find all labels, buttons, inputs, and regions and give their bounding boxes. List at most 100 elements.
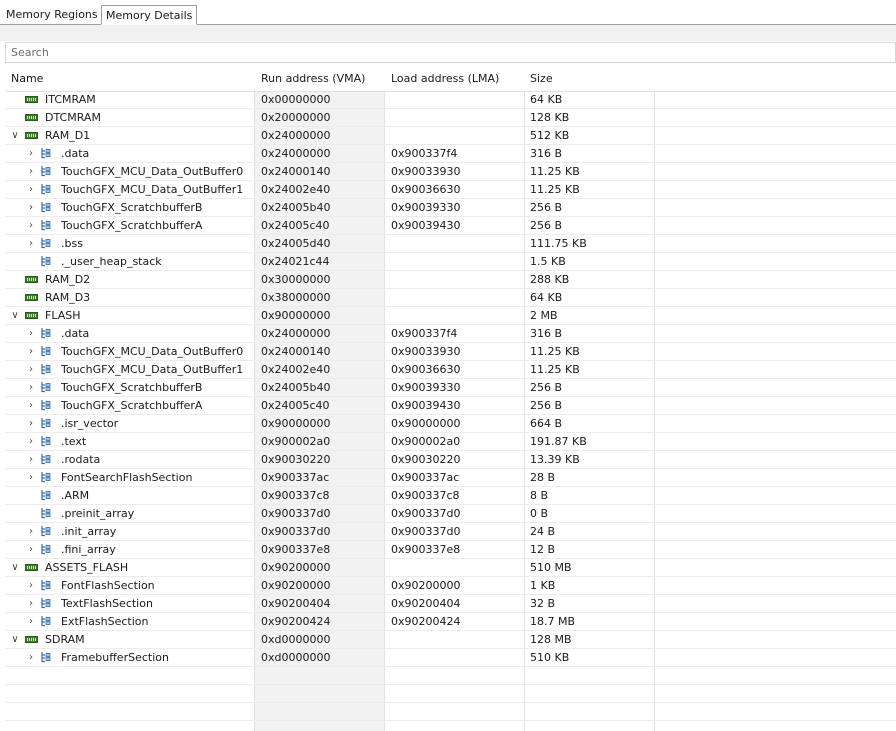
section-row[interactable]: › TouchGFX_MCU_Data_OutBuffer1 0x24002e40 0… — [5, 361, 896, 379]
name-cell: › TextFlashSection — [5, 595, 253, 612]
chevron-right-icon[interactable]: › — [26, 451, 36, 468]
chevron-right-icon[interactable]: › — [26, 325, 36, 342]
lma-cell: 0x90039330 — [391, 201, 461, 214]
section-row[interactable]: › .fini_array 0x900337e8 0x900337e8 12 B — [5, 541, 896, 559]
lma-cell: 0x90039430 — [391, 399, 461, 412]
empty-row — [5, 667, 896, 685]
section-row[interactable]: ._user_heap_stack 0x24021c44 1.5 KB — [5, 253, 896, 271]
section-row[interactable]: › .isr_vector 0x90000000 0x90000000 664 B — [5, 415, 896, 433]
section-row[interactable]: .ARM 0x900337c8 0x900337c8 8 B — [5, 487, 896, 505]
section-row[interactable]: › ExtFlashSection 0x90200424 0x90200424 18.7… — [5, 613, 896, 631]
section-row[interactable]: › TouchGFX_ScratchbufferB 0x24005b40 0x9003… — [5, 379, 896, 397]
region-row[interactable]: RAM_D2 0x30000000 288 KB — [5, 271, 896, 289]
chevron-right-icon[interactable]: › — [26, 415, 36, 432]
lma-cell: 0x90033930 — [391, 345, 461, 358]
section-row[interactable]: › FramebufferSection 0xd0000000 510 KB — [5, 649, 896, 667]
size-cell: 8 B — [530, 489, 549, 502]
section-row[interactable]: › TouchGFX_MCU_Data_OutBuffer0 0x24000140 0… — [5, 343, 896, 361]
section-row[interactable]: › .init_array 0x900337d0 0x900337d0 24 B — [5, 523, 896, 541]
section-row[interactable]: › .rodata 0x90030220 0x90030220 13.39 KB — [5, 451, 896, 469]
region-row[interactable]: DTCMRAM 0x20000000 128 KB — [5, 109, 896, 127]
chevron-right-icon[interactable]: › — [26, 199, 36, 216]
chevron-right-icon[interactable]: › — [26, 469, 36, 486]
section-row[interactable]: › TouchGFX_MCU_Data_OutBuffer0 0x24000140 0… — [5, 163, 896, 181]
name-label: .data — [61, 147, 90, 160]
region-row[interactable]: ∨ SDRAM 0xd0000000 128 MB — [5, 631, 896, 649]
chevron-right-icon[interactable]: › — [26, 595, 36, 612]
chevron-down-icon[interactable]: ∨ — [10, 307, 20, 324]
section-row[interactable]: › TouchGFX_ScratchbufferB 0x24005b40 0x9003… — [5, 199, 896, 217]
size-cell: 316 B — [530, 327, 563, 340]
name-label: SDRAM — [45, 633, 85, 646]
chevron-right-icon[interactable]: › — [26, 217, 36, 234]
section-tree-icon — [41, 472, 51, 483]
chevron-right-icon[interactable]: › — [26, 181, 36, 198]
section-row[interactable]: .preinit_array 0x900337d0 0x900337d0 0 B — [5, 505, 896, 523]
vma-cell: 0x24005b40 — [261, 201, 331, 214]
name-cell: › TouchGFX_ScratchbufferB — [5, 199, 253, 216]
section-row[interactable]: › .text 0x900002a0 0x900002a0 191.87 KB — [5, 433, 896, 451]
section-row[interactable]: › TouchGFX_ScratchbufferA 0x24005c40 0x9003… — [5, 397, 896, 415]
vma-cell: 0x24002e40 — [261, 363, 331, 376]
chevron-down-icon[interactable]: ∨ — [10, 631, 20, 648]
column-header-vma[interactable]: Run address (VMA) — [261, 67, 365, 91]
region-row[interactable]: RAM_D3 0x38000000 64 KB — [5, 289, 896, 307]
section-row[interactable]: › FontSearchFlashSection 0x900337ac 0x90033… — [5, 469, 896, 487]
name-label: .isr_vector — [61, 417, 119, 430]
region-row[interactable]: ∨ ASSETS_FLASH 0x90200000 510 MB — [5, 559, 896, 577]
search-input[interactable] — [6, 43, 881, 62]
section-row[interactable]: › .data 0x24000000 0x900337f4 316 B — [5, 325, 896, 343]
chevron-down-icon[interactable]: ∨ — [10, 127, 20, 144]
name-cell: › FontSearchFlashSection — [5, 469, 253, 486]
name-label: RAM_D2 — [45, 273, 91, 286]
vma-cell: 0x90000000 — [261, 309, 331, 322]
vma-cell: 0xd0000000 — [261, 633, 331, 646]
column-header-name[interactable]: Name — [11, 67, 43, 91]
chevron-right-icon[interactable]: › — [26, 577, 36, 594]
vma-cell: 0x24021c44 — [261, 255, 330, 268]
region-row[interactable]: ITCMRAM 0x00000000 64 KB — [5, 91, 896, 109]
name-cell: › FontFlashSection — [5, 577, 253, 594]
section-row[interactable]: › .data 0x24000000 0x900337f4 316 B — [5, 145, 896, 163]
tab-memory-regions[interactable]: Memory Regions — [2, 6, 102, 24]
chevron-right-icon[interactable]: › — [26, 379, 36, 396]
vma-cell: 0x90200404 — [261, 597, 331, 610]
section-row[interactable]: › TextFlashSection 0x90200404 0x90200404 32 … — [5, 595, 896, 613]
name-cell: .preinit_array — [5, 505, 253, 522]
chevron-right-icon[interactable]: › — [26, 163, 36, 180]
tab-memory-details[interactable]: Memory Details — [101, 5, 198, 25]
column-header-lma[interactable]: Load address (LMA) — [391, 67, 499, 91]
chevron-right-icon[interactable]: › — [26, 145, 36, 162]
section-tree-icon — [41, 598, 51, 609]
region-row[interactable]: ∨ FLASH 0x90000000 2 MB — [5, 307, 896, 325]
section-row[interactable]: › TouchGFX_ScratchbufferA 0x24005c40 0x9003… — [5, 217, 896, 235]
chevron-right-icon[interactable]: › — [26, 523, 36, 540]
memory-chip-icon — [25, 294, 38, 301]
name-cell: .ARM — [5, 487, 253, 504]
chevron-down-icon[interactable]: ∨ — [10, 559, 20, 576]
name-label: TouchGFX_ScratchbufferA — [61, 399, 203, 412]
lma-cell: 0x900337d0 — [391, 507, 461, 520]
size-cell: 256 B — [530, 219, 563, 232]
chevron-right-icon[interactable]: › — [26, 235, 36, 252]
chevron-right-icon[interactable]: › — [26, 613, 36, 630]
column-header-size[interactable]: Size — [530, 67, 553, 91]
chevron-right-icon[interactable]: › — [26, 541, 36, 558]
search-box[interactable] — [5, 42, 896, 63]
lma-cell: 0x90036630 — [391, 363, 461, 376]
name-label: .bss — [61, 237, 83, 250]
section-row[interactable]: › .bss 0x24005d40 111.75 KB — [5, 235, 896, 253]
section-row[interactable]: › FontFlashSection 0x90200000 0x90200000 1 K… — [5, 577, 896, 595]
chevron-right-icon[interactable]: › — [26, 343, 36, 360]
vma-cell: 0x24005b40 — [261, 381, 331, 394]
chevron-right-icon[interactable]: › — [26, 433, 36, 450]
region-row[interactable]: ∨ RAM_D1 0x24000000 512 KB — [5, 127, 896, 145]
chevron-right-icon[interactable]: › — [26, 649, 36, 666]
name-cell: ∨ RAM_D1 — [5, 127, 253, 144]
chevron-right-icon[interactable]: › — [26, 397, 36, 414]
section-row[interactable]: › TouchGFX_MCU_Data_OutBuffer1 0x24002e40 0… — [5, 181, 896, 199]
size-cell: 11.25 KB — [530, 183, 580, 196]
name-cell: DTCMRAM — [5, 109, 253, 126]
lma-cell: 0x900337f4 — [391, 147, 458, 160]
chevron-right-icon[interactable]: › — [26, 361, 36, 378]
